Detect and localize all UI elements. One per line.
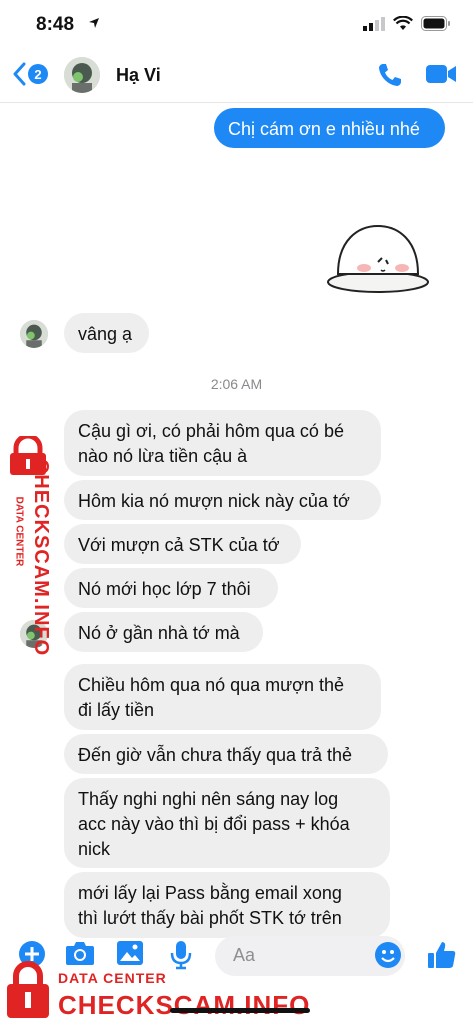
watermark-subtitle: DATA CENTER xyxy=(58,970,167,986)
watermark-bottom: DATA CENTER CHECKSCAM.INFO xyxy=(0,952,309,1024)
message-text: Chị cám ơn e nhiều nhé xyxy=(228,119,420,139)
message-text: mới lấy lại Pass bằng email xong xyxy=(78,883,342,903)
home-indicator[interactable] xyxy=(170,1008,310,1013)
contact-name[interactable]: Hạ Vi xyxy=(116,65,161,86)
contact-avatar[interactable] xyxy=(64,57,100,93)
incoming-message[interactable]: Thấy nghi nghi nên sáng nay log acc này … xyxy=(64,778,390,868)
incoming-message[interactable]: Chiều hôm qua nó qua mượn thẻ đi lấy tiề… xyxy=(64,664,381,730)
message-text: Chiều hôm qua nó qua mượn thẻ xyxy=(78,675,345,695)
emoji-icon[interactable] xyxy=(374,941,402,969)
message-text: đi lấy tiền xyxy=(78,700,155,720)
incoming-message[interactable]: Cậu gì ơi, có phải hôm qua có bé nào nó … xyxy=(64,410,381,476)
location-arrow-icon xyxy=(88,16,100,34)
message-text: vâng ạ xyxy=(78,324,133,344)
message-text: Đến giờ vẫn chưa thấy qua trả thẻ xyxy=(78,745,353,765)
message-text: Với mượn cả STK của tớ xyxy=(78,535,280,555)
incoming-message[interactable]: Với mượn cả STK của tớ xyxy=(64,524,301,564)
outgoing-message[interactable]: Chị cám ơn e nhiều nhé xyxy=(214,108,445,148)
message-text: Hôm kia nó mượn nick này của tớ xyxy=(78,491,350,511)
contact-avatar-small xyxy=(20,320,48,348)
battery-icon xyxy=(421,16,450,31)
message-text: Thấy nghi nghi nên sáng nay log xyxy=(78,789,339,809)
message-text: Cậu gì ơi, có phải hôm qua có bé xyxy=(78,421,344,441)
incoming-message[interactable]: Hôm kia nó mượn nick này của tớ xyxy=(64,480,381,520)
phone-call-icon[interactable] xyxy=(377,62,403,88)
wifi-icon xyxy=(393,16,413,30)
watermark-subtitle: DATA CENTER xyxy=(13,496,25,567)
message-text: thì lướt thấy bài phốt STK tớ trên xyxy=(78,908,342,928)
message-timestamp: 2:06 AM xyxy=(210,376,263,392)
message-text: nào nó lừa tiền cậu à xyxy=(78,446,248,466)
conversation-header: 2 Hạ Vi xyxy=(0,48,473,103)
sticker-image[interactable] xyxy=(326,222,430,299)
incoming-message[interactable]: Đến giờ vẫn chưa thấy qua trả thẻ xyxy=(64,734,388,774)
chevron-left-icon xyxy=(13,62,26,86)
incoming-message[interactable]: Nó mới học lớp 7 thôi xyxy=(64,568,278,608)
message-text: nick xyxy=(78,839,111,859)
cellular-signal-icon xyxy=(363,16,385,31)
incoming-message[interactable]: mới lấy lại Pass bằng email xong thì lướ… xyxy=(64,872,390,938)
back-button[interactable]: 2 xyxy=(12,62,48,86)
padlock-icon xyxy=(7,961,49,1018)
incoming-message[interactable]: vâng ạ xyxy=(64,313,149,353)
status-bar: 8:48 xyxy=(0,0,473,48)
unread-badge: 2 xyxy=(28,64,48,84)
message-text: acc này vào thì bị đổi pass + khóa xyxy=(78,814,350,834)
watermark-title: CHECKSCAM.INFO xyxy=(30,458,53,657)
incoming-message[interactable]: Nó ở gần nhà tớ mà xyxy=(64,612,263,652)
message-text: Nó mới học lớp 7 thôi xyxy=(78,579,251,599)
status-icons xyxy=(363,16,451,31)
watermark-title: CHECKSCAM.INFO xyxy=(58,990,311,1020)
message-text: Nó ở gần nhà tớ mà xyxy=(78,623,240,643)
video-call-icon[interactable] xyxy=(425,62,457,86)
watermark-side: CHECKSCAM.INFO DATA CENTER xyxy=(2,436,54,666)
thumbs-up-icon[interactable] xyxy=(427,940,457,970)
status-time: 8:48 xyxy=(36,14,75,35)
